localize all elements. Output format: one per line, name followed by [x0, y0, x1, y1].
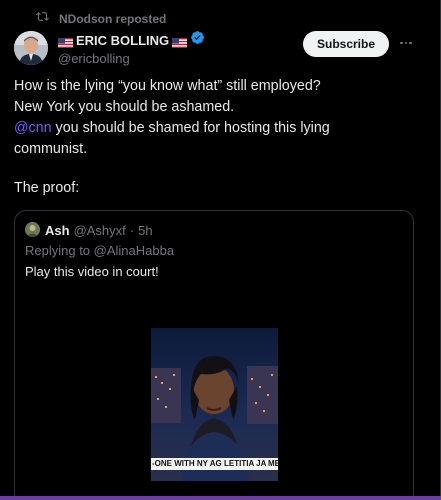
- tweet-line: communist.: [14, 141, 88, 157]
- tweet-line: @cnn you should be shamed for hosting th…: [14, 118, 404, 139]
- bottom-accent-bar: [0, 496, 441, 500]
- verified-badge-icon[interactable]: [190, 30, 205, 50]
- repost-label[interactable]: NDodson reposted: [59, 12, 166, 26]
- repost-icon: [36, 10, 49, 28]
- tweet-text: How is the lying “you know what” still e…: [14, 76, 404, 160]
- author-handle[interactable]: @ericbolling: [58, 51, 205, 66]
- video-thumbnail[interactable]: -ONE WITH NY AG LETITIA JA ME: [151, 328, 278, 481]
- tweet-proof-line: The proof:: [14, 180, 80, 196]
- quote-author-avatar[interactable]: [25, 222, 40, 237]
- video-chyron: -ONE WITH NY AG LETITIA JA ME: [151, 458, 278, 470]
- quote-timestamp[interactable]: 5h: [138, 223, 152, 238]
- tweet-line: How is the lying “you know what” still e…: [14, 78, 321, 94]
- repost-indicator: NDodson reposted: [36, 11, 166, 27]
- quote-text: Play this video in court!: [25, 264, 159, 279]
- author-avatar[interactable]: [14, 31, 48, 65]
- mention-link[interactable]: @cnn: [14, 120, 52, 136]
- tweet-container[interactable]: NDodson reposted ERIC BOLLING @ericbolli…: [0, 0, 441, 500]
- quote-separator: ·: [129, 222, 135, 238]
- quote-replying-to[interactable]: Replying to @AlinaHabba: [25, 243, 174, 258]
- quoted-tweet[interactable]: Ash @Ashyxf · 5h Replying to @AlinaHabba…: [14, 210, 414, 500]
- author-info: ERIC BOLLING @ericbolling: [58, 31, 205, 66]
- subscribe-button[interactable]: Subscribe: [303, 31, 389, 57]
- more-options-icon[interactable]: [397, 34, 415, 52]
- tweet-line: New York you should be ashamed.: [14, 99, 235, 115]
- quote-header: Ash @Ashyxf · 5h: [45, 222, 153, 238]
- us-flag-icon: [58, 35, 73, 48]
- us-flag-icon: [172, 35, 188, 48]
- quote-author-name[interactable]: Ash: [45, 223, 70, 238]
- tweet-line-text: you should be shamed for hosting this ly…: [51, 120, 330, 136]
- quote-author-handle[interactable]: @Ashyxf: [74, 223, 126, 238]
- author-display-name[interactable]: ERIC BOLLING: [76, 33, 169, 48]
